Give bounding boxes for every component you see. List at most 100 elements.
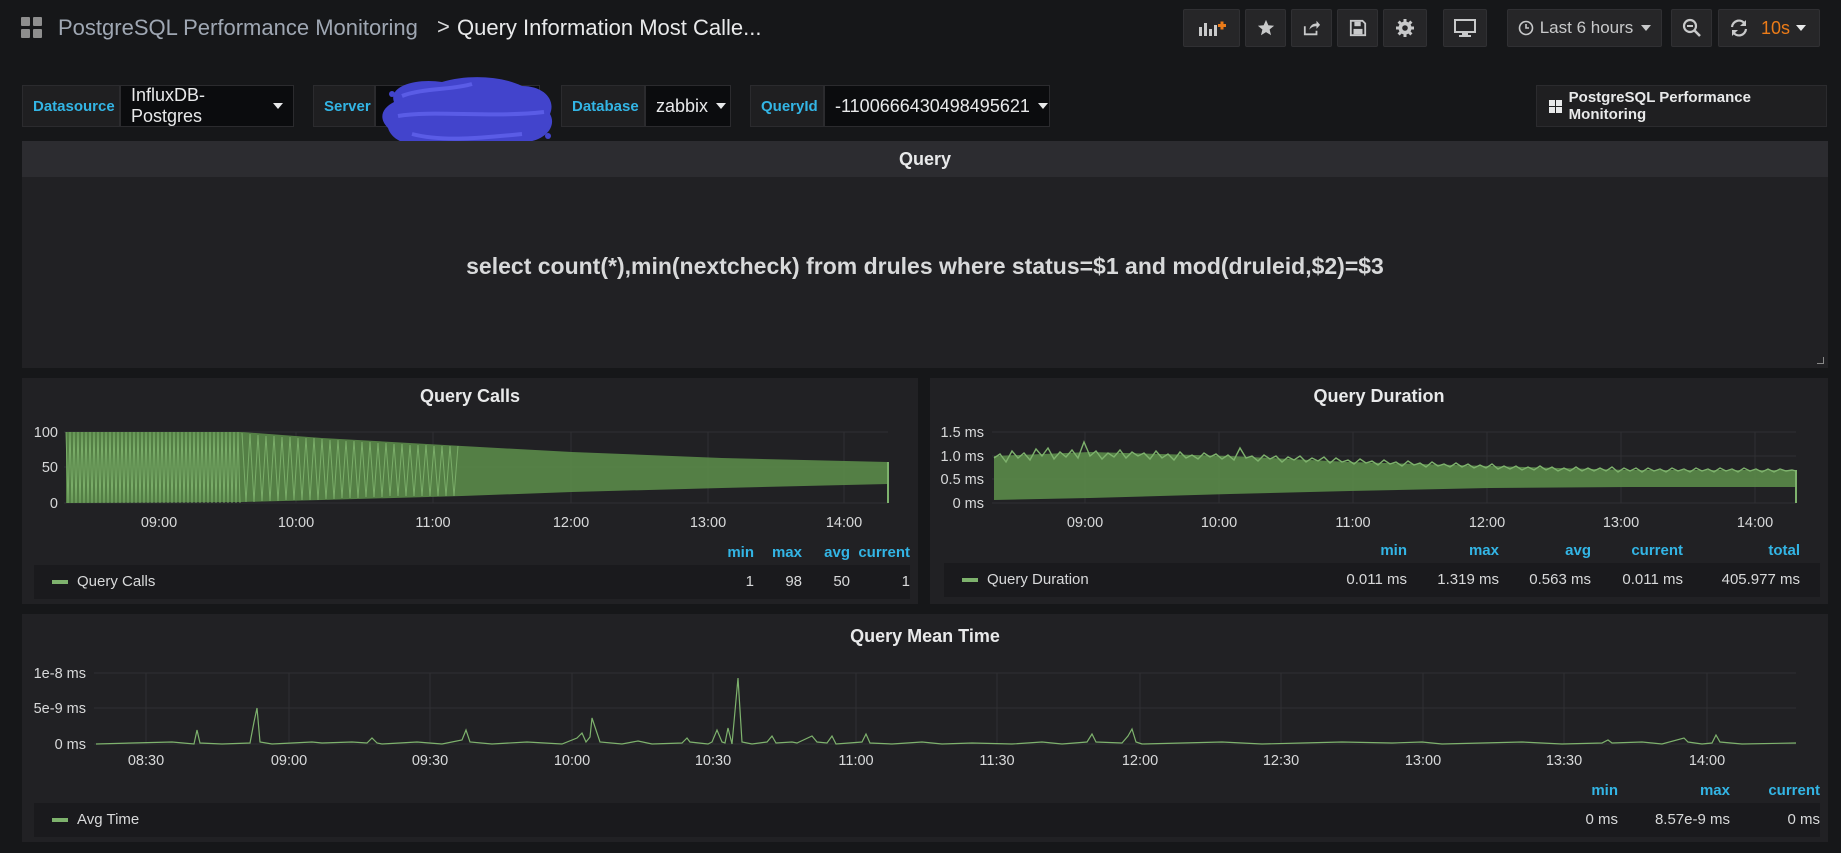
legend-value-avg: 0.563 ms [1529, 571, 1591, 588]
legend-series-name[interactable]: Query Calls [77, 573, 155, 590]
star-button[interactable] [1245, 9, 1286, 47]
svg-text:14:00: 14:00 [826, 515, 862, 531]
view-mode-button[interactable] [1443, 9, 1487, 47]
clock-icon [1518, 20, 1534, 36]
legend-header-total[interactable]: total [1683, 542, 1800, 559]
svg-text:0 ms: 0 ms [55, 737, 86, 753]
legend-header-current[interactable]: current [850, 544, 910, 561]
legend-value-min: 1 [745, 573, 754, 590]
svg-text:0.5 ms: 0.5 ms [940, 472, 984, 488]
variable-value-datasource: InfluxDB-Postgres [131, 85, 206, 126]
add-panel-button[interactable] [1183, 9, 1240, 47]
legend-value-max: 8.57e-9 ms [1654, 811, 1730, 828]
legend-series-row[interactable]: Avg Time 0 ms 8.57e-9 ms 0 ms [34, 803, 1820, 837]
svg-text:09:00: 09:00 [271, 753, 307, 769]
legend-header-min[interactable]: min [692, 544, 754, 561]
panel-title[interactable]: Query Calls [22, 386, 918, 407]
legend-header-current[interactable]: current [1730, 782, 1820, 799]
dashboard-link-button[interactable]: PostgreSQL Performance Monitoring [1536, 85, 1827, 127]
query-panel-header[interactable]: Query [22, 141, 1828, 177]
dashboard-grid-icon [1549, 99, 1562, 113]
panel-title[interactable]: Query Mean Time [22, 626, 1828, 647]
legend-value-current: 0.011 ms [1622, 571, 1683, 588]
legend-series-row[interactable]: Query Duration 0.011 ms 1.319 ms 0.563 m… [944, 563, 1820, 597]
refresh-button[interactable]: 10s [1718, 9, 1820, 47]
legend-header-min[interactable]: min [1548, 782, 1618, 799]
zoom-out-button[interactable] [1671, 9, 1712, 47]
chevron-down-icon [1037, 103, 1048, 109]
svg-text:0: 0 [50, 496, 58, 512]
legend-value-current: 0 ms [1787, 811, 1820, 828]
svg-text:09:00: 09:00 [1067, 515, 1103, 531]
svg-text:10:00: 10:00 [1201, 515, 1237, 531]
legend-header-current[interactable]: current [1591, 542, 1683, 559]
query-mean-time-chart[interactable]: 1e-8 ms 5e-9 ms 0 ms 08:30 09:00 09:30 1… [22, 658, 1828, 798]
variable-label-database: Database [561, 85, 645, 127]
breadcrumb-folder[interactable]: PostgreSQL Performance Monitoring [58, 15, 418, 41]
dashboard-title[interactable]: Query Information Most Calle... [457, 15, 761, 41]
legend-color-swatch[interactable] [52, 818, 68, 822]
legend-value-total: 405.977 ms [1721, 571, 1800, 588]
x-axis-labels: 09:00 10:00 11:00 12:00 13:00 14:00 [141, 515, 862, 531]
svg-text:50: 50 [42, 460, 58, 476]
legend-value-max: 1.319 ms [1437, 571, 1499, 588]
dashboard-link-label: PostgreSQL Performance Monitoring [1568, 89, 1751, 123]
variable-select-queryid[interactable]: -1100666430498495621 [824, 85, 1050, 127]
query-sql-text: select count(*),min(nextcheck) from drul… [466, 253, 1384, 279]
legend-series-name[interactable]: Query Duration [987, 571, 1089, 588]
x-axis-labels: 09:00 10:00 11:00 12:00 13:00 14:00 [1067, 515, 1773, 531]
svg-text:12:00: 12:00 [1122, 753, 1158, 769]
add-panel-icon [1198, 21, 1226, 36]
query-text-panel: Query select count(*),min(nextcheck) fro… [22, 141, 1828, 368]
save-button[interactable] [1337, 9, 1378, 47]
legend-header-max[interactable]: max [1407, 542, 1499, 559]
legend-series-row[interactable]: Query Calls 1 98 50 1 [34, 565, 910, 599]
variable-label-datasource: Datasource [22, 85, 120, 127]
svg-text:1.0 ms: 1.0 ms [940, 449, 984, 465]
variable-label-server: Server [313, 85, 375, 127]
svg-text:11:00: 11:00 [838, 753, 873, 769]
time-range-picker[interactable]: Last 6 hours [1507, 9, 1662, 47]
legend-value-max: 98 [785, 573, 802, 590]
legend-value-min: 0 ms [1585, 811, 1618, 828]
chevron-down-icon [1641, 25, 1652, 31]
svg-text:1e-8 ms: 1e-8 ms [34, 666, 86, 682]
legend-color-swatch[interactable] [962, 578, 978, 582]
settings-button[interactable] [1383, 9, 1427, 47]
svg-text:12:00: 12:00 [553, 515, 589, 531]
svg-text:11:00: 11:00 [415, 515, 450, 531]
svg-text:09:00: 09:00 [141, 515, 177, 531]
svg-text:10:00: 10:00 [554, 753, 590, 769]
legend-header-avg[interactable]: avg [802, 544, 850, 561]
panel-resize-handle[interactable] [1817, 357, 1824, 364]
svg-text:12:30: 12:30 [1263, 753, 1299, 769]
dashboards-grid-icon[interactable] [21, 17, 43, 39]
refresh-interval[interactable]: 10s [1761, 18, 1790, 39]
legend-header-max[interactable]: max [754, 544, 802, 561]
share-button[interactable] [1291, 9, 1332, 47]
svg-text:13:30: 13:30 [1546, 753, 1582, 769]
svg-text:5e-9 ms: 5e-9 ms [34, 701, 86, 717]
variable-select-datasource[interactable]: InfluxDB-Postgres [120, 85, 294, 127]
svg-text:10:00: 10:00 [278, 515, 314, 531]
svg-text:12:00: 12:00 [1469, 515, 1505, 531]
legend-header-max[interactable]: max [1618, 782, 1730, 799]
top-navbar: PostgreSQL Performance Monitoring > Quer… [0, 0, 1841, 58]
legend-series-name[interactable]: Avg Time [77, 811, 139, 828]
svg-text:14:00: 14:00 [1689, 753, 1725, 769]
legend-header-avg[interactable]: avg [1499, 542, 1591, 559]
variable-label-queryid: QueryId [750, 85, 824, 127]
x-axis-labels: 08:30 09:00 09:30 10:00 10:30 11:00 11:3… [128, 753, 1725, 769]
svg-text:10:30: 10:30 [695, 753, 731, 769]
query-duration-chart[interactable]: 1.5 ms 1.0 ms 0.5 ms 0 ms 09:00 10:00 11… [930, 418, 1828, 558]
panel-title[interactable]: Query Duration [930, 386, 1828, 407]
y-axis-labels: 1.5 ms 1.0 ms 0.5 ms 0 ms [940, 425, 984, 512]
star-icon [1257, 19, 1274, 36]
variable-value-queryid: -1100666430498495621 [835, 95, 1030, 116]
query-calls-chart[interactable]: 100 50 0 09:00 10:00 11:00 12:00 13:00 1… [22, 418, 918, 558]
variable-select-database[interactable]: zabbix [645, 85, 731, 127]
monitor-icon [1454, 19, 1476, 37]
panel-title[interactable]: Query [22, 149, 1828, 170]
legend-header-min[interactable]: min [1315, 542, 1407, 559]
legend-color-swatch[interactable] [52, 580, 68, 584]
